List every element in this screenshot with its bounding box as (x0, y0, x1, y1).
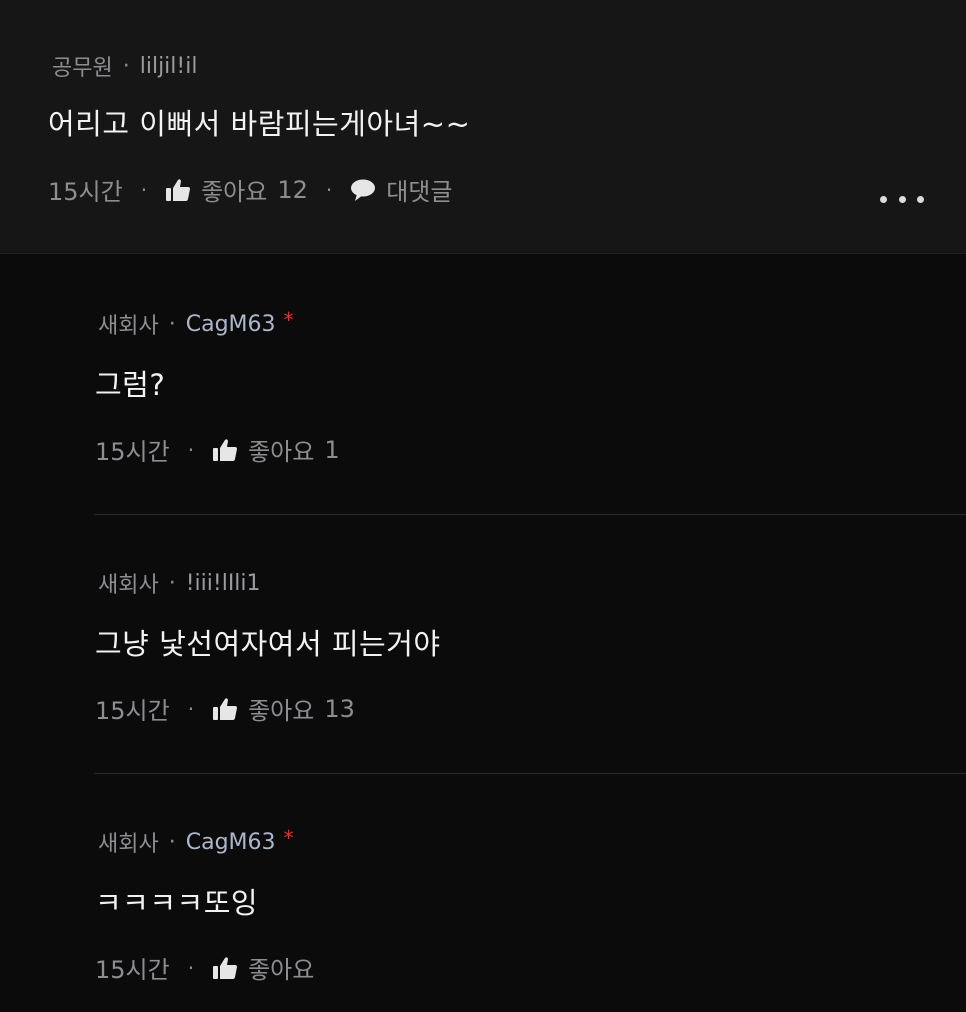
comment-meta: 새회사 · CagM63 * (98, 308, 294, 339)
comment-actions: 15시간 · 좋아요 (95, 950, 314, 985)
like-label: 좋아요 (201, 178, 268, 206)
comment-text: ㅋㅋㅋㅋ또잉 (95, 886, 259, 920)
comment-meta: 새회사 · CagM63 * (98, 826, 294, 857)
company-name: 공무원 (52, 56, 113, 81)
reply-button[interactable]: 대댓글 (350, 172, 452, 207)
nickname[interactable]: CagM63 (186, 312, 276, 337)
reply-label: 대댓글 (386, 178, 453, 206)
like-button[interactable]: 좋아요 (212, 950, 314, 985)
comment-time: 15시간 (48, 178, 123, 206)
like-label: 좋아요 (248, 956, 315, 984)
speech-bubble-icon (350, 178, 376, 202)
more-dots-icon[interactable] (880, 185, 924, 213)
thumbs-up-icon (212, 697, 238, 721)
company-name: 새회사 (98, 832, 159, 857)
comment-text: 그럼? (95, 368, 166, 402)
like-button[interactable]: 좋아요 1 (212, 432, 340, 467)
separator-dot: · (122, 53, 130, 79)
main-comment: 공무원 · liljil!il 어리고 이뻐서 바람피는게아녀~~ 15시간 ·… (0, 0, 966, 254)
comment-time: 15시간 (95, 438, 170, 466)
comment-text: 어리고 이뻐서 바람피는게아녀~~ (48, 107, 471, 141)
divider (94, 773, 966, 774)
comment-time: 15시간 (95, 697, 170, 725)
nickname[interactable]: CagM63 (186, 830, 276, 855)
like-label: 좋아요 (248, 697, 315, 725)
nickname[interactable]: liljil!il (140, 54, 198, 79)
like-count: 13 (324, 694, 355, 723)
thumbs-up-icon (165, 178, 191, 202)
company-name: 새회사 (98, 314, 159, 339)
company-name: 새회사 (98, 573, 159, 598)
comment-text: 그냥 낯선여자여서 피는거야 (95, 627, 441, 661)
comment-meta: 공무원 · liljil!il (52, 50, 197, 82)
like-count: 12 (277, 175, 308, 204)
comment-actions: 15시간 · 좋아요 1 (95, 432, 340, 467)
thumbs-up-icon (212, 438, 238, 462)
comment-time: 15시간 (95, 956, 170, 984)
like-button[interactable]: 좋아요 12 (165, 172, 308, 207)
like-button[interactable]: 좋아요 13 (212, 691, 355, 726)
thumbs-up-icon (212, 956, 238, 980)
author-marker: * (283, 308, 294, 332)
divider (94, 514, 966, 515)
nickname[interactable]: !iii!lIli1 (186, 571, 261, 596)
comment-meta: 새회사 · !iii!lIli1 (98, 567, 261, 599)
comment-actions: 15시간 · 좋아요 13 (95, 691, 355, 726)
comment-actions: 15시간 · 좋아요 12 · 대댓글 (48, 172, 452, 207)
author-marker: * (283, 826, 294, 850)
like-count: 1 (324, 435, 340, 464)
like-label: 좋아요 (248, 438, 315, 466)
